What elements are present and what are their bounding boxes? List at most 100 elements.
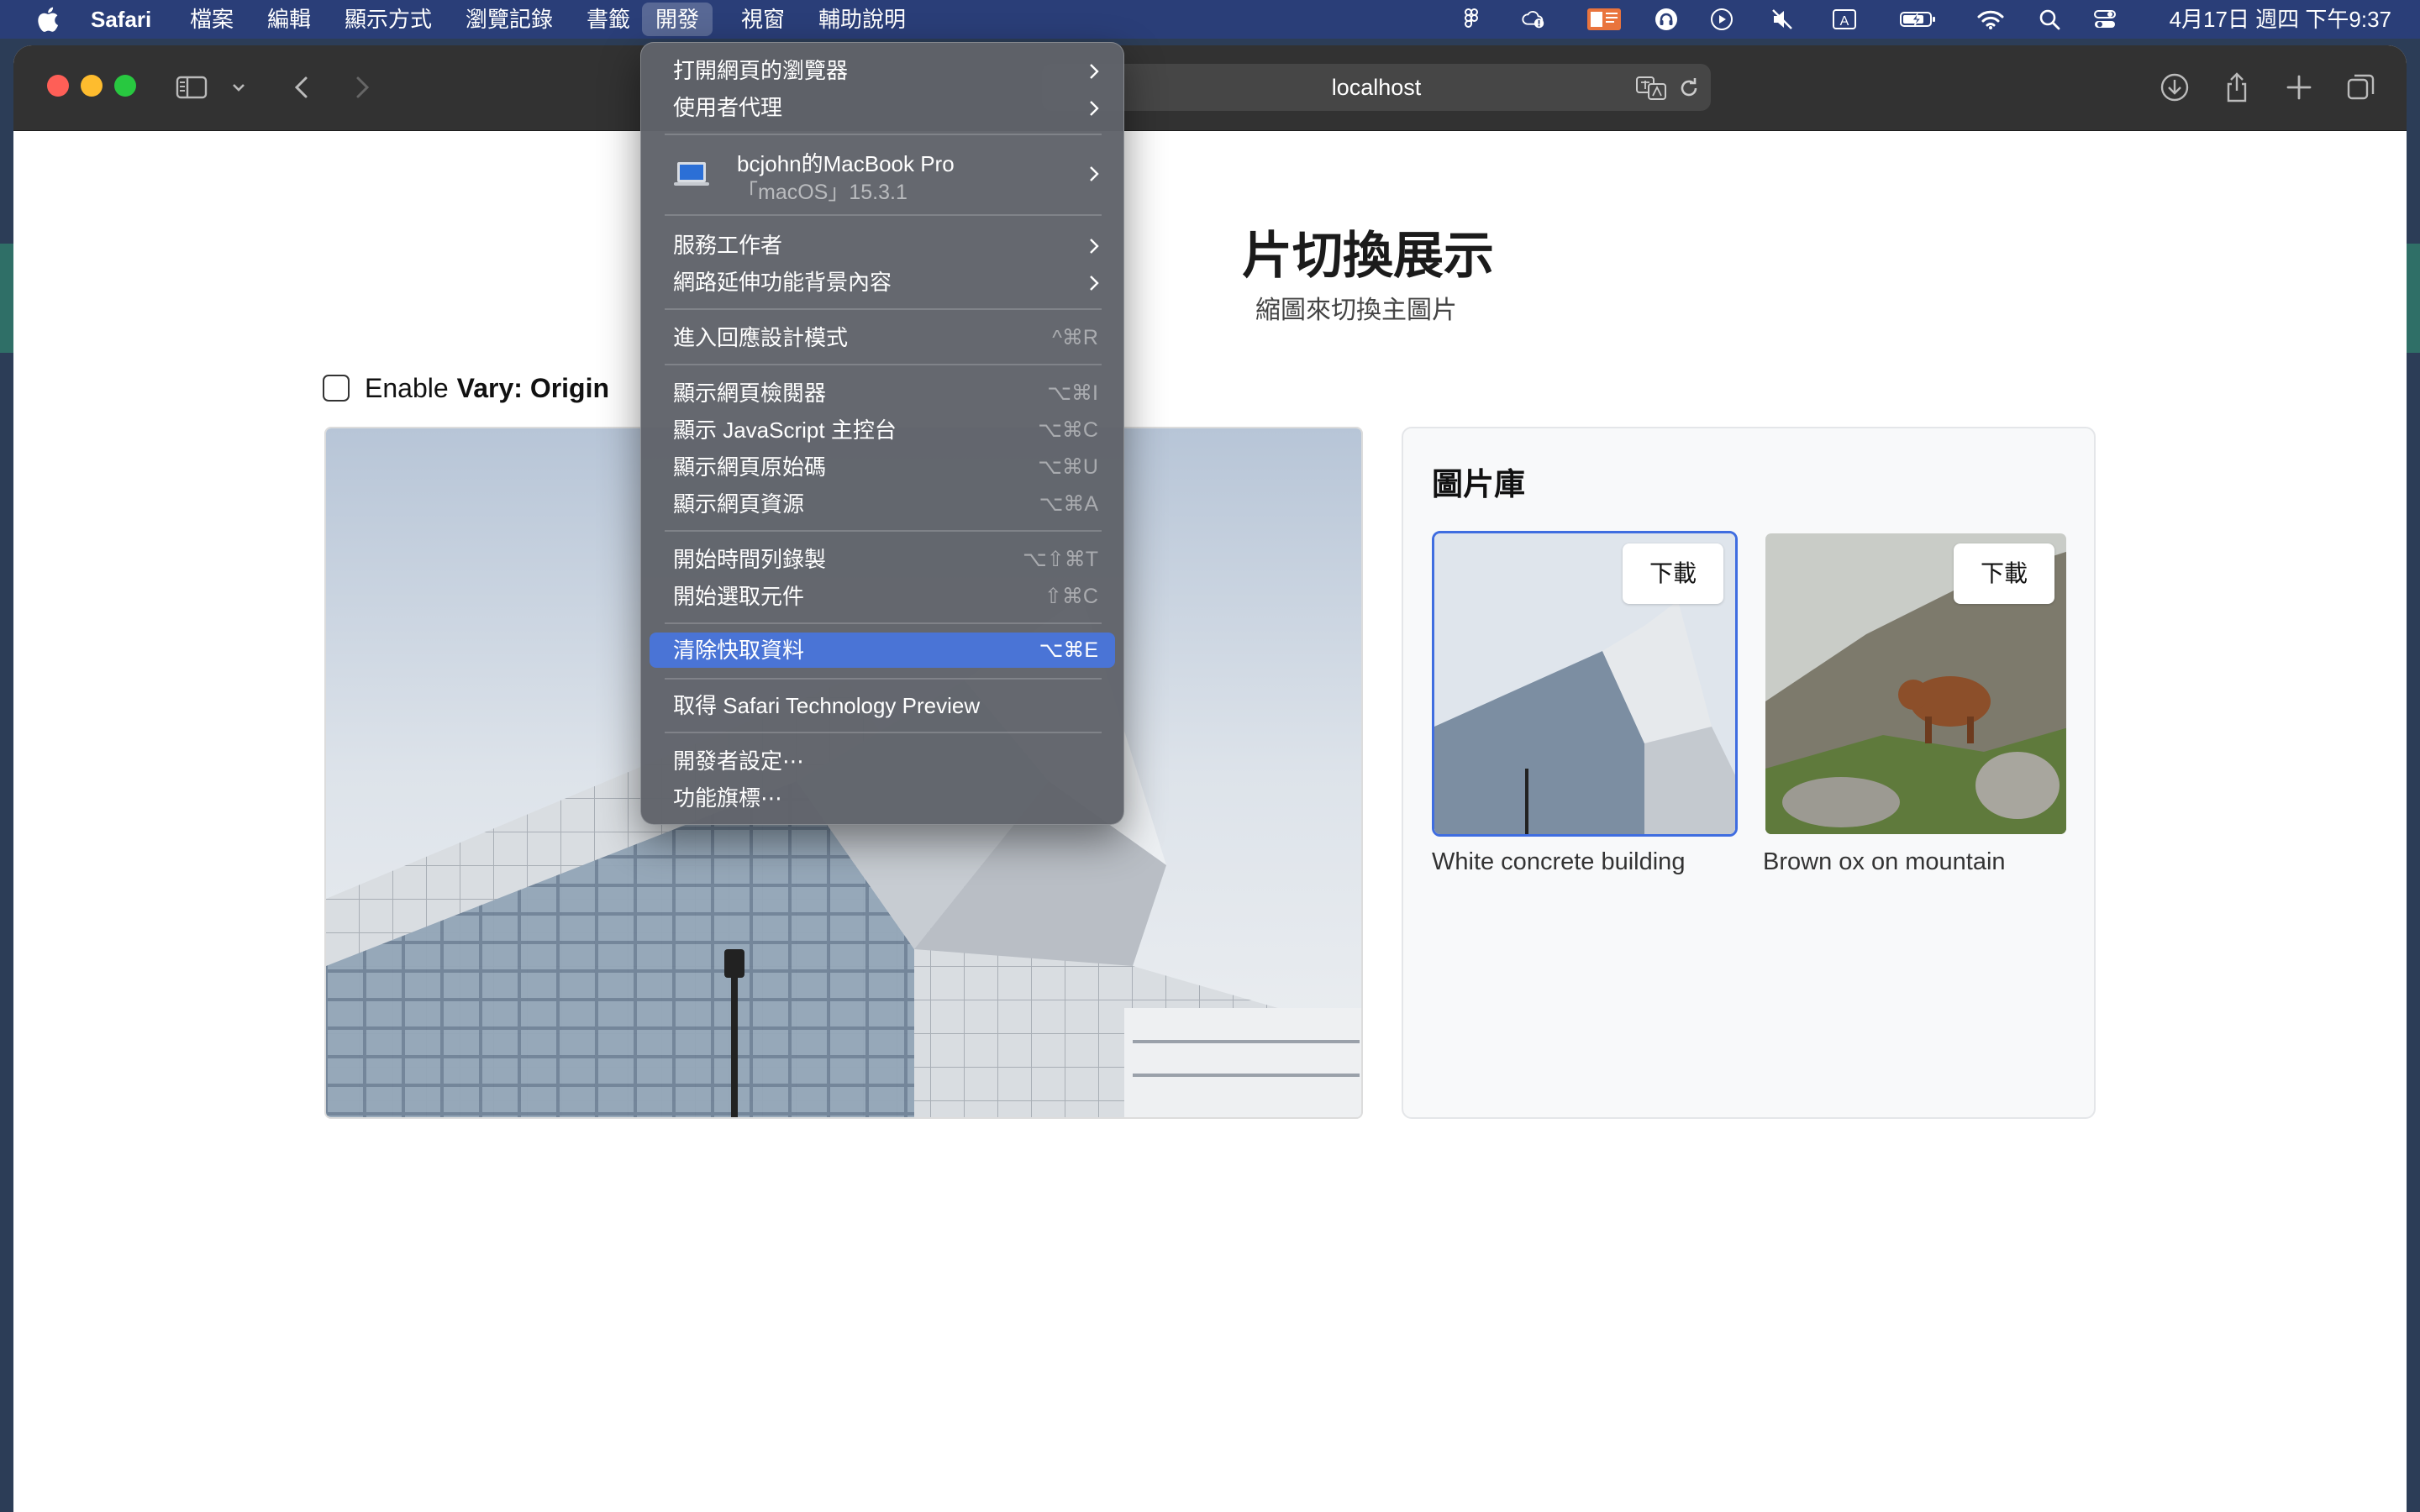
control-center-icon[interactable] bbox=[2092, 8, 2118, 31]
apple-menu-icon[interactable] bbox=[34, 5, 60, 34]
menu-item-label: 開發者設定⋯ bbox=[673, 748, 805, 774]
device-os: 「macOS」15.3.1 bbox=[737, 181, 908, 204]
menu-help[interactable]: 輔助說明 bbox=[805, 0, 919, 39]
address-bar[interactable]: localhost bbox=[1042, 64, 1711, 111]
vary-origin-label-bold: Vary: Origin bbox=[456, 372, 610, 403]
menu-bar: Safari 檔案 編輯 顯示方式 瀏覽記錄 書籤 開發 視窗 輔助說明 A 4… bbox=[0, 0, 2420, 39]
menu-item-javascript-console[interactable]: 顯示 JavaScript 主控台 ⌥⌘C bbox=[650, 412, 1115, 448]
zoom-window-button[interactable] bbox=[114, 75, 136, 97]
back-arrow-icon[interactable] bbox=[286, 71, 319, 104]
menu-item-open-page-with[interactable]: 打開網頁的瀏覽器 bbox=[650, 53, 1115, 88]
menu-item-select-element[interactable]: 開始選取元件 ⇧⌘C bbox=[650, 579, 1115, 614]
chevron-right-icon bbox=[1090, 101, 1099, 116]
menu-item-developer-settings[interactable]: 開發者設定⋯ bbox=[650, 743, 1115, 779]
play-icon[interactable] bbox=[1709, 8, 1734, 31]
weather-alert-icon[interactable] bbox=[1521, 8, 1546, 31]
menu-item-get-technology-preview[interactable]: 取得 Safari Technology Preview bbox=[650, 688, 1115, 723]
menu-item-extension-background[interactable]: 網路延伸功能背景內容 bbox=[650, 265, 1115, 300]
menu-file[interactable]: 檔案 bbox=[176, 0, 247, 39]
menu-item-service-workers[interactable]: 服務工作者 bbox=[650, 228, 1115, 263]
device-name: bcjohn的MacBook Pro bbox=[737, 151, 955, 176]
chevron-down-icon[interactable] bbox=[229, 71, 249, 104]
menu-item-label: 進入回應設計模式 bbox=[673, 325, 849, 350]
address-bar-url: localhost bbox=[1331, 75, 1422, 100]
web-page: 片切換展示 縮圖來切換主圖片 Enable Vary: Origin 圖片庫 下… bbox=[13, 131, 2407, 1512]
page-title: 片切換展示 bbox=[1242, 228, 1494, 284]
chevron-right-icon bbox=[1090, 64, 1099, 79]
chevron-right-icon bbox=[1090, 276, 1099, 291]
battery-charging-icon[interactable] bbox=[1899, 8, 1938, 31]
menu-develop[interactable]: 開發 bbox=[642, 3, 713, 36]
menubar-clock[interactable]: 4月17日 週四 下午9:37 bbox=[2170, 0, 2391, 39]
menu-history[interactable]: 瀏覽記錄 bbox=[452, 0, 566, 39]
menu-item-shortcut: ⌥⌘I bbox=[1047, 381, 1098, 405]
menu-item-empty-caches[interactable]: 清除快取資料 ⌥⌘E bbox=[650, 633, 1115, 668]
safari-window: localhost 片切換展示 縮圖來切換主圖片 Enable Vary: Or… bbox=[13, 45, 2407, 1512]
thumbnail-building[interactable]: 下載 bbox=[1432, 531, 1738, 837]
menu-item-shortcut: ⌥⌘E bbox=[1039, 638, 1098, 662]
spotlight-search-icon[interactable] bbox=[2037, 8, 2062, 31]
menu-bookmarks[interactable]: 書籤 bbox=[573, 0, 644, 39]
menu-item-feature-flags[interactable]: 功能旗標⋯ bbox=[650, 780, 1115, 816]
download-button[interactable]: 下載 bbox=[1623, 543, 1723, 604]
menu-item-label: 取得 Safari Technology Preview bbox=[673, 693, 981, 718]
close-window-button[interactable] bbox=[47, 75, 69, 97]
menu-separator bbox=[665, 364, 1102, 365]
vary-origin-option[interactable]: Enable Vary: Origin bbox=[323, 371, 609, 405]
translate-icon[interactable] bbox=[1635, 76, 1669, 101]
chevron-right-icon bbox=[1090, 239, 1099, 254]
svg-text:A: A bbox=[1840, 14, 1849, 29]
menu-item-page-source[interactable]: 顯示網頁原始碼 ⌥⌘U bbox=[650, 449, 1115, 485]
menu-item-label: 打開網頁的瀏覽器 bbox=[673, 58, 849, 83]
wifi-icon[interactable] bbox=[1976, 8, 2005, 31]
share-icon[interactable] bbox=[2220, 71, 2254, 104]
forward-arrow-icon[interactable] bbox=[345, 71, 378, 104]
thumbnail-ox[interactable]: 下載 bbox=[1763, 531, 2069, 837]
menu-item-timeline-recording[interactable]: 開始時間列錄製 ⌥⇧⌘T bbox=[650, 542, 1115, 577]
menu-item-label: 顯示 JavaScript 主控台 bbox=[673, 417, 897, 443]
menu-item-label: 網路延伸功能背景內容 bbox=[673, 270, 892, 295]
menu-window[interactable]: 視窗 bbox=[728, 0, 798, 39]
downloads-icon[interactable] bbox=[2158, 71, 2191, 104]
gallery-title: 圖片庫 bbox=[1432, 467, 1525, 501]
menu-edit[interactable]: 編輯 bbox=[254, 0, 324, 39]
thumbnail-caption: Brown ox on mountain bbox=[1763, 848, 2006, 875]
sidebar-toggle-icon[interactable] bbox=[175, 71, 208, 104]
menu-separator bbox=[665, 214, 1102, 216]
minimize-window-button[interactable] bbox=[81, 75, 103, 97]
menu-item-page-resources[interactable]: 顯示網頁資源 ⌥⌘A bbox=[650, 486, 1115, 522]
menu-separator bbox=[665, 308, 1102, 310]
menu-view[interactable]: 顯示方式 bbox=[331, 0, 445, 39]
reload-icon[interactable] bbox=[1677, 76, 1701, 101]
figma-icon[interactable] bbox=[1459, 8, 1484, 31]
menu-separator bbox=[665, 678, 1102, 680]
headphones-icon[interactable] bbox=[1654, 8, 1679, 31]
laptop-icon bbox=[674, 162, 709, 186]
tab-overview-icon[interactable] bbox=[2344, 71, 2378, 104]
menu-item-shortcut: ^⌘R bbox=[1052, 326, 1098, 349]
menu-item-shortcut: ⌥⌘C bbox=[1038, 418, 1098, 442]
menu-item-label: 開始時間列錄製 bbox=[673, 547, 827, 572]
input-method-icon[interactable] bbox=[1586, 8, 1622, 31]
menu-item-label: 服務工作者 bbox=[673, 233, 783, 258]
menu-item-user-agent[interactable]: 使用者代理 bbox=[650, 90, 1115, 125]
menu-item-label: 顯示網頁資源 bbox=[673, 491, 805, 517]
menu-item-web-inspector[interactable]: 顯示網頁檢閱器 ⌥⌘I bbox=[650, 375, 1115, 411]
menu-item-shortcut: ⇧⌘C bbox=[1044, 585, 1098, 608]
menu-item-label: 顯示網頁檢閱器 bbox=[673, 381, 827, 406]
menu-item-label: 功能旗標⋯ bbox=[673, 785, 783, 811]
menu-safari[interactable]: Safari bbox=[77, 0, 165, 39]
download-button[interactable]: 下載 bbox=[1954, 543, 2054, 604]
vary-origin-checkbox[interactable] bbox=[323, 375, 350, 402]
chevron-right-icon bbox=[1090, 166, 1099, 181]
browser-toolbar: localhost bbox=[13, 45, 2407, 131]
menu-item-label: 清除快取資料 bbox=[673, 638, 805, 663]
menu-item-shortcut: ⌥⇧⌘T bbox=[1022, 548, 1098, 571]
menu-item-shortcut: ⌥⌘A bbox=[1039, 492, 1098, 516]
menu-item-label: 使用者代理 bbox=[673, 95, 783, 120]
keyboard-a-icon[interactable]: A bbox=[1832, 8, 1857, 31]
menu-item-responsive-design[interactable]: 進入回應設計模式 ^⌘R bbox=[650, 320, 1115, 355]
new-tab-icon[interactable] bbox=[2282, 71, 2316, 104]
menu-item-device[interactable]: bcjohn的MacBook Pro 「macOS」15.3.1 bbox=[650, 144, 1115, 204]
mute-icon[interactable] bbox=[1770, 8, 1795, 31]
